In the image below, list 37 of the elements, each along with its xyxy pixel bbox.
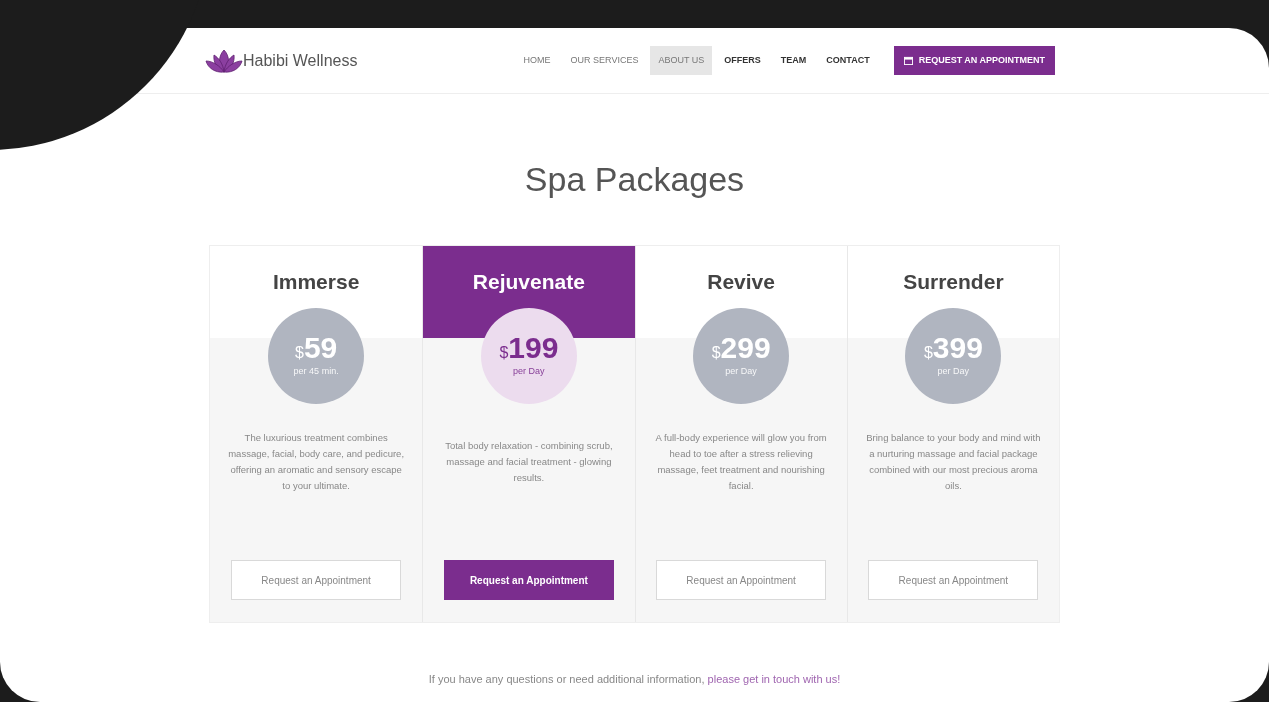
currency-symbol: $ bbox=[499, 344, 509, 364]
get-in-touch-link[interactable]: please get in touch with us! bbox=[707, 673, 841, 685]
currency-symbol: $ bbox=[711, 344, 721, 364]
price-period: per 45 min. bbox=[293, 365, 339, 379]
nav-link[interactable]: ABOUT US bbox=[650, 45, 713, 76]
package-description: A full-body experience will glow you from head to toe after a stress relieving massage, feet treatment and nourishing facial. bbox=[654, 431, 828, 493]
package-description: Total body relaxation - combining scrub, massage and facial treatment - glowing results. bbox=[444, 439, 614, 485]
package-description: Bring balance to your body and mind with a nurturing massage and facial package combined with our most precious aroma oils. bbox=[865, 431, 1041, 493]
package-description: The luxurious treatment combines massage, facial, body care, and pedicure, offering an aromatic and sensory escape to your ultimate. bbox=[228, 431, 405, 493]
price-period: per Day bbox=[513, 365, 545, 379]
appointment-button[interactable]: Request an Appointment bbox=[656, 560, 827, 600]
package-name: Surrender bbox=[903, 269, 1004, 295]
price-period: per Day bbox=[937, 365, 970, 379]
nav-link[interactable]: TEAM bbox=[772, 45, 815, 76]
package-name: Rejuvenate bbox=[472, 269, 585, 295]
page-title: Spa Packages bbox=[524, 159, 745, 200]
package-name: Revive bbox=[707, 269, 775, 295]
package-name: Immerse bbox=[272, 269, 360, 295]
price-amount: 199 bbox=[508, 333, 559, 364]
nav-link[interactable]: CONTACT bbox=[818, 45, 878, 76]
contact-note: If you have any questions or need additional information, please get in touch with us! bbox=[428, 672, 841, 687]
price-period: per Day bbox=[725, 365, 757, 379]
lotus-logo-icon bbox=[205, 47, 243, 74]
brand-name: Habibi Wellness bbox=[243, 50, 358, 71]
nav-link[interactable]: HOME bbox=[515, 45, 559, 76]
currency-symbol: $ bbox=[923, 344, 933, 364]
calendar-icon bbox=[903, 56, 913, 65]
appointment-button[interactable]: Request an Appointment bbox=[443, 560, 614, 600]
price-amount: 399 bbox=[932, 333, 983, 364]
nav-link[interactable]: OFFERS bbox=[716, 45, 769, 76]
appointment-button[interactable]: Request an Appointment bbox=[868, 560, 1039, 600]
request-appointment-button[interactable]: REQUEST AN APPOINTMENT bbox=[893, 45, 1055, 76]
currency-symbol: $ bbox=[295, 344, 304, 364]
price-amount: 299 bbox=[720, 333, 771, 364]
price-amount: 59 bbox=[303, 333, 338, 364]
nav-link[interactable]: OUR SERVICES bbox=[562, 45, 647, 76]
appointment-button[interactable]: Request an Appointment bbox=[231, 560, 402, 600]
